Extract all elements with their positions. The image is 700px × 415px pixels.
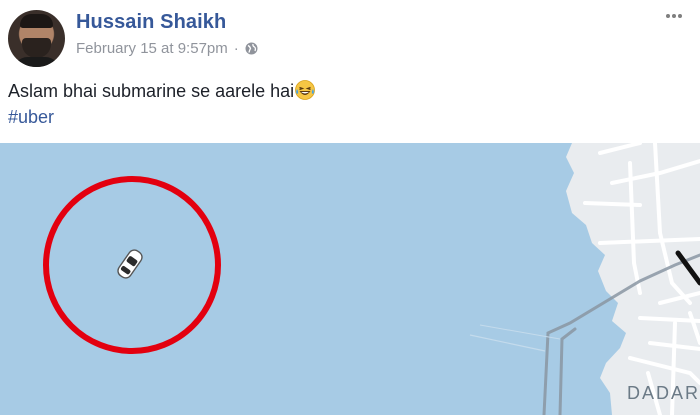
hashtag-link[interactable]: #uber xyxy=(8,107,54,128)
uber-map-image[interactable]: DADAR xyxy=(0,143,700,415)
more-options-icon[interactable] xyxy=(664,10,684,30)
post-timestamp[interactable]: February 15 at 9:57pm xyxy=(76,40,228,57)
post-text: Aslam bhai submarine se aarele hai xyxy=(8,80,316,102)
author-name[interactable]: Hussain Shaikh xyxy=(76,11,226,34)
map-graphic xyxy=(43,143,700,415)
laughing-tears-emoji xyxy=(295,80,316,100)
avatar[interactable] xyxy=(8,10,65,67)
post-meta: February 15 at 9:57pm · xyxy=(76,40,258,57)
post-body: Aslam bhai submarine se aarele hai xyxy=(8,81,295,101)
post-header: Hussain Shaikh February 15 at 9:57pm · A… xyxy=(0,0,700,143)
map-place-label: DADAR xyxy=(627,383,700,403)
globe-icon[interactable] xyxy=(245,42,258,55)
car-icon xyxy=(117,249,143,279)
meta-separator: · xyxy=(233,40,239,57)
